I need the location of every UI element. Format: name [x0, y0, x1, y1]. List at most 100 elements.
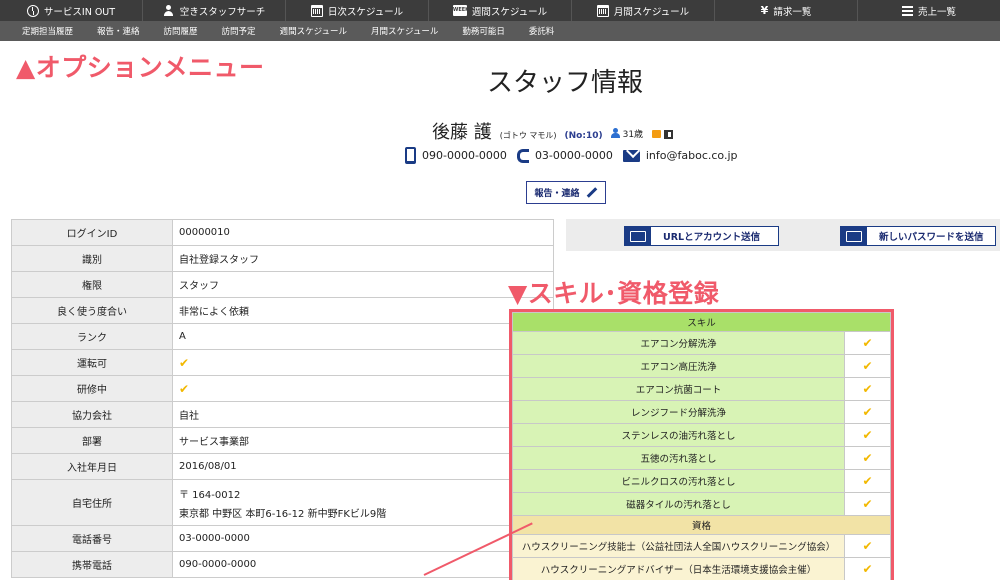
skill-row-check-cell[interactable]: ✔: [844, 446, 891, 470]
staff-table-row: 識別 自社登録スタッフ: [11, 245, 554, 272]
staff-name: 後藤 護: [432, 122, 492, 143]
nav-label: 空きスタッフサーチ: [179, 6, 266, 18]
subnav-visit-history[interactable]: 訪問履歴: [152, 25, 210, 37]
nav-label: 日次スケジュール: [327, 6, 404, 18]
qualification-row-check-cell[interactable]: ✔: [844, 557, 891, 580]
skill-row-check-cell[interactable]: ✔: [844, 400, 891, 424]
staff-table-row: 部署 サービス事業部: [11, 427, 554, 454]
skill-row-name: ビニルクロスの汚れ落とし: [512, 469, 845, 493]
skill-row-check-cell[interactable]: ✔: [844, 354, 891, 378]
nav-service-in-out[interactable]: サービスIN OUT: [0, 0, 143, 21]
send-new-password-button[interactable]: 新しいパスワードを送信: [840, 226, 996, 246]
staff-info-table: ログインID 00000010 識別 自社登録スタッフ 権限 スタッフ 良く使う度合い 非常に…: [11, 219, 554, 578]
skill-row: レンジフード分解洗浄 ✔: [512, 400, 891, 424]
skill-row: ステンレスの油汚れ落とし ✔: [512, 423, 891, 447]
staff-field-label: 部署: [11, 427, 173, 454]
send-url-account-button[interactable]: URLとアカウント送信: [624, 226, 779, 246]
nav-available-staff-search[interactable]: 空きスタッフサーチ: [143, 0, 286, 21]
skill-row: エアコン抗菌コート ✔: [512, 377, 891, 401]
skill-row-check-cell[interactable]: ✔: [844, 492, 891, 516]
nav-weekly-schedule[interactable]: WEEK 週間スケジュール: [429, 0, 572, 21]
staff-field-label: 権限: [11, 271, 173, 298]
skill-row: 磁器タイルの汚れ落とし ✔: [512, 492, 891, 516]
check-icon: ✔: [862, 451, 873, 465]
qualification-row-name: ハウスクリーニングアドバイザー（日本生活環境支援協会主催）: [512, 557, 845, 580]
bag-icon: [652, 130, 662, 138]
skill-register-annotation: ▼スキル･資格登録: [508, 279, 720, 308]
account-action-panel: URLとアカウント送信 新しいパスワードを送信: [566, 219, 1000, 251]
skill-row-check-cell[interactable]: ✔: [844, 423, 891, 447]
person-icon: [163, 4, 175, 17]
email-address[interactable]: info@faboc.co.jp: [646, 149, 738, 162]
nav-monthly-schedule[interactable]: 月間スケジュール: [572, 0, 715, 21]
qualification-header-label: 資格: [512, 515, 891, 535]
skill-row-name: ステンレスの油汚れ落とし: [512, 423, 845, 447]
address-line: 東京都 中野区 本町6-16-12 新中野FKビル9階: [179, 508, 387, 520]
skill-table: スキル エアコン分解洗浄 ✔ エアコン高圧洗浄 ✔ エアコン抗菌コート ✔ レンジフード分解洗…: [512, 312, 891, 580]
staff-field-value: 090-0000-0000: [172, 551, 554, 578]
subnav-visit-plan[interactable]: 訪問予定: [210, 25, 268, 37]
report-contact-label: 報告・連絡: [534, 189, 580, 199]
nav-daily-schedule[interactable]: 日次スケジュール: [286, 0, 429, 21]
staff-table-row: ランク A: [11, 323, 554, 350]
staff-table-row: 電話番号 03-0000-0000: [11, 525, 554, 552]
nav-sales-list[interactable]: 売上一覧: [858, 0, 1000, 21]
staff-field-label: 研修中: [11, 375, 173, 402]
staff-age-value: 31歳: [622, 129, 644, 140]
check-icon: ✔: [862, 405, 873, 419]
staff-field-label: 自宅住所: [11, 479, 173, 526]
staff-table-row: 携帯電話 090-0000-0000: [11, 551, 554, 578]
mail-icon: [622, 149, 640, 162]
staff-field-label: ログインID: [11, 219, 173, 246]
skill-row-check-cell[interactable]: ✔: [844, 469, 891, 493]
check-icon: ✔: [862, 359, 873, 373]
nav-billing-list[interactable]: ¥ 請求一覧: [715, 0, 858, 21]
skill-row: ビニルクロスの汚れ落とし ✔: [512, 469, 891, 493]
subnav-regular-history[interactable]: 定期担当履歴: [10, 25, 85, 37]
subnav-weekly-schedule[interactable]: 週間スケジュール: [268, 25, 359, 37]
staff-field-value: 非常によく依頼: [172, 297, 554, 324]
nav-label: 週間スケジュール: [471, 6, 548, 18]
qualification-row: ハウスクリーニングアドバイザー（日本生活環境支援協会主催） ✔: [512, 557, 891, 580]
nav-label: 月間スケジュール: [613, 6, 690, 18]
skill-row-name: 磁器タイルの汚れ落とし: [512, 492, 845, 516]
email-contact[interactable]: info@faboc.co.jp: [622, 149, 738, 162]
qualification-row-name: ハウスクリーニング技能士（公益社団法人全国ハウスクリーニング協会）: [512, 534, 845, 558]
check-icon: ✔: [179, 381, 190, 396]
mobile-contact: 090-0000-0000: [405, 147, 507, 164]
qualification-row-check-cell[interactable]: ✔: [844, 534, 891, 558]
skill-row-check-cell[interactable]: ✔: [844, 331, 891, 355]
send-mail-icon: [841, 227, 867, 245]
subnav-report-contact[interactable]: 報告・連絡: [85, 25, 152, 37]
mobile-number: 090-0000-0000: [422, 149, 507, 162]
week-calendar-icon: WEEK: [452, 5, 469, 16]
staff-field-value: 自社登録スタッフ: [172, 245, 554, 272]
subnav-commission[interactable]: 委託料: [517, 25, 567, 37]
send-new-password-label: 新しいパスワードを送信: [879, 232, 984, 243]
staff-field-label: 電話番号: [11, 525, 173, 552]
top-nav: サービスIN OUT 空きスタッフサーチ 日次スケジュール WEEK 週間スケジ…: [0, 0, 1000, 21]
skill-row: 五徳の汚れ落とし ✔: [512, 446, 891, 470]
clock-icon: [26, 4, 39, 17]
phone-number: 03-0000-0000: [534, 149, 613, 162]
staff-field-value: 〒 164-0012 東京都 中野区 本町6-16-12 新中野FKビル9階: [172, 479, 554, 526]
person-icon: [610, 128, 620, 138]
staff-field-value: 自社: [172, 401, 554, 428]
staff-kana: (ゴトウ マモル): [499, 131, 557, 140]
pencil-icon: [586, 187, 597, 198]
skill-row-check-cell[interactable]: ✔: [844, 377, 891, 401]
staff-field-value: サービス事業部: [172, 427, 554, 454]
month-calendar-icon: [596, 4, 609, 17]
staff-age: 31歳: [610, 127, 674, 140]
list-icon: [901, 5, 913, 16]
staff-field-label: 携帯電話: [11, 551, 173, 578]
staff-field-value: ✔: [172, 375, 554, 402]
subnav-monthly-schedule[interactable]: 月間スケジュール: [359, 25, 450, 37]
staff-table-row: 権限 スタッフ: [11, 271, 554, 298]
report-contact-button[interactable]: 報告・連絡: [526, 181, 606, 204]
subnav-available-days[interactable]: 勤務可能日: [450, 25, 517, 37]
staff-field-label: 良く使う度合い: [11, 297, 173, 324]
staff-field-label: 協力会社: [11, 401, 173, 428]
skill-row-name: レンジフード分解洗浄: [512, 400, 845, 424]
check-icon: ✔: [862, 428, 873, 442]
